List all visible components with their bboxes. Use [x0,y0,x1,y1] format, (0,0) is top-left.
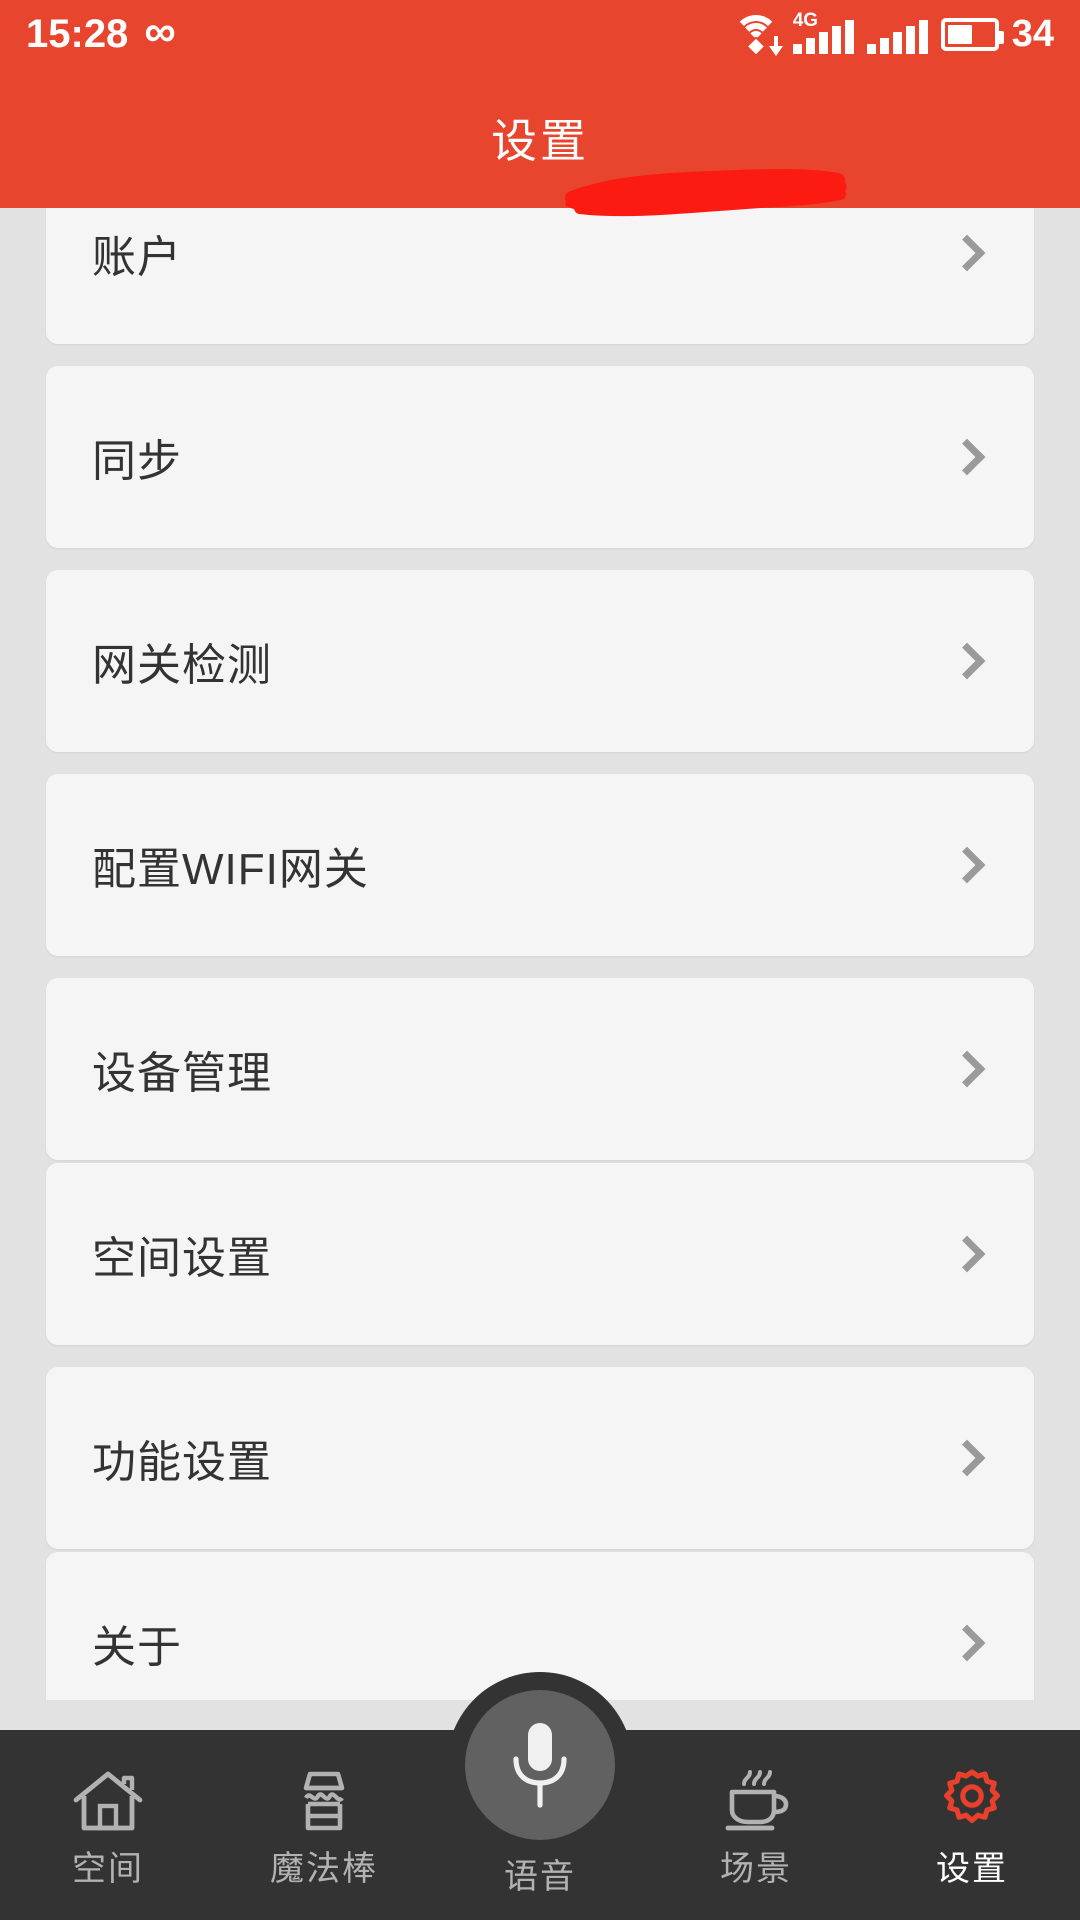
settings-row-function-settings[interactable]: 功能设置 [46,1367,1034,1549]
voice-button[interactable] [447,1672,633,1858]
signal-bars-icon [866,14,928,54]
magic-wand-icon [290,1764,358,1838]
status-bar: 15:28 ∞ 4G 34 [0,0,1080,68]
settings-row-config-wifi-gateway[interactable]: 配置WIFI网关 [46,774,1034,956]
chevron-right-icon [948,438,986,476]
network-type-label: 4G [792,10,819,31]
battery-level: 34 [1011,13,1054,55]
settings-row-label: 账户 [92,233,182,282]
chevron-right-icon [948,234,986,272]
status-bar-right: 4G 34 [732,10,1054,56]
status-time: 15:28 [26,12,129,56]
nav-item-label: 空间 [72,1850,144,1888]
nav-item-magic-wand[interactable]: 魔法棒 [216,1730,432,1920]
chevron-right-icon [948,846,986,884]
settings-row-label: 设备管理 [92,1049,272,1098]
page-header: 设置 [0,68,1080,208]
wifi-download-icon [732,13,783,56]
home-icon [72,1764,144,1838]
settings-row-label: 关于 [92,1623,182,1672]
status-bar-left: 15:28 ∞ [26,10,176,56]
signal-bars-4g-icon: 4G [792,10,854,54]
nav-item-label: 场景 [720,1850,792,1888]
chevron-right-icon [948,1624,986,1662]
settings-row-sync[interactable]: 同步 [46,366,1034,548]
settings-group: 配置WIFI网关 [46,774,1034,956]
nav-item-scene[interactable]: 场景 [648,1730,864,1920]
chevron-right-icon [948,1235,986,1273]
settings-row-space-settings[interactable]: 空间设置 [46,1163,1034,1345]
settings-row-label: 空间设置 [92,1234,272,1283]
settings-row-account[interactable]: 账户 [46,208,1034,344]
chevron-right-icon [948,1439,986,1477]
settings-group: 功能设置 [46,1367,1034,1549]
chevron-right-icon [948,642,986,680]
settings-group: 空间设置 [46,1163,1034,1345]
nav-item-space[interactable]: 空间 [0,1730,216,1920]
page-title: 设置 [491,115,589,167]
battery-icon [940,17,1004,51]
coffee-cup-icon [720,1764,792,1838]
settings-group: 同步 [46,366,1034,548]
settings-row-gateway-detect[interactable]: 网关检测 [46,570,1034,752]
gear-icon [935,1764,1009,1838]
nav-item-settings[interactable]: 设置 [864,1730,1080,1920]
settings-row-label: 同步 [92,437,182,486]
settings-row-device-management[interactable]: 设备管理 [46,978,1034,1160]
settings-row-label: 功能设置 [92,1438,272,1487]
nav-item-label: 设置 [936,1850,1008,1888]
chevron-right-icon [948,1050,986,1088]
infinity-icon: ∞ [144,7,176,56]
settings-row-label: 配置WIFI网关 [92,845,369,894]
microphone-icon [465,1690,615,1840]
settings-group: 账户 [46,208,1034,344]
settings-row-label: 网关检测 [92,641,272,690]
settings-group: 设备管理 [46,978,1034,1160]
settings-list[interactable]: 账户 同步 网关检测 配置WIFI网关 设备管理 空间设置 功能设置 关于 [0,208,1080,1700]
nav-item-label: 魔法棒 [270,1850,378,1888]
voice-button-label: 语音 [504,1858,576,1896]
settings-group: 网关检测 [46,570,1034,752]
